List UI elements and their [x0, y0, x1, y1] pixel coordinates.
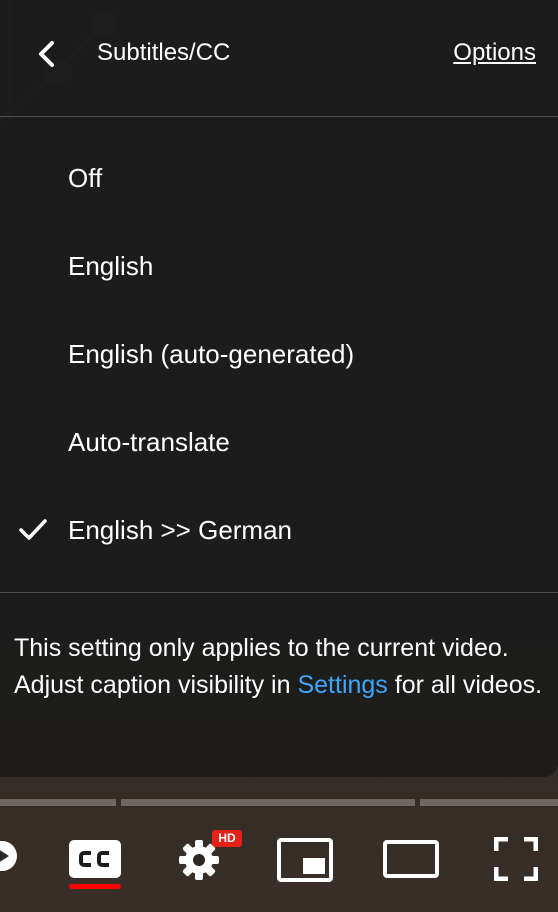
options-link[interactable]: Options [453, 36, 536, 70]
menu-item-off[interactable]: Off [0, 134, 558, 222]
fullscreen-icon[interactable] [494, 837, 538, 881]
panel-header: Subtitles/CC Options [0, 0, 558, 117]
checkmark-icon [19, 519, 47, 540]
note-text-end: for all videos. [387, 670, 543, 699]
back-arrow-icon[interactable] [32, 36, 62, 72]
cc-icon[interactable] [69, 840, 121, 878]
chapter-segment [420, 799, 558, 806]
play-icon[interactable] [0, 840, 18, 872]
subtitles-menu-panel: Subtitles/CC Options Off English English… [0, 0, 558, 777]
menu-item-auto-translate[interactable]: Auto-translate [0, 398, 558, 486]
menu-item-label: Auto-translate [68, 427, 230, 457]
panel-title: Subtitles/CC [97, 39, 231, 66]
miniplayer-icon[interactable] [277, 838, 333, 882]
cc-active-indicator [69, 884, 121, 889]
caption-visibility-note: This setting only applies to the current… [14, 630, 554, 703]
menu-item-label: English [68, 251, 154, 281]
menu-item-english-auto-generated[interactable]: English (auto-generated) [0, 310, 558, 398]
menu-item-label: English >> German [68, 515, 293, 545]
chapter-segment [0, 799, 116, 806]
menu-item-label: Off [68, 163, 103, 193]
subtitle-track-list: Off English English (auto-generated) Aut… [0, 134, 558, 574]
player-controls: HD [0, 820, 558, 912]
menu-item-english-german[interactable]: English >> German [0, 486, 558, 574]
menu-item-english[interactable]: English [0, 222, 558, 310]
divider [0, 592, 558, 593]
hd-badge: HD [212, 830, 242, 847]
progress-bar[interactable] [0, 799, 558, 806]
chapter-segment [121, 799, 415, 806]
settings-link[interactable]: Settings [297, 671, 387, 699]
theater-mode-icon[interactable] [383, 840, 439, 878]
menu-item-label: English (auto-generated) [68, 339, 355, 369]
